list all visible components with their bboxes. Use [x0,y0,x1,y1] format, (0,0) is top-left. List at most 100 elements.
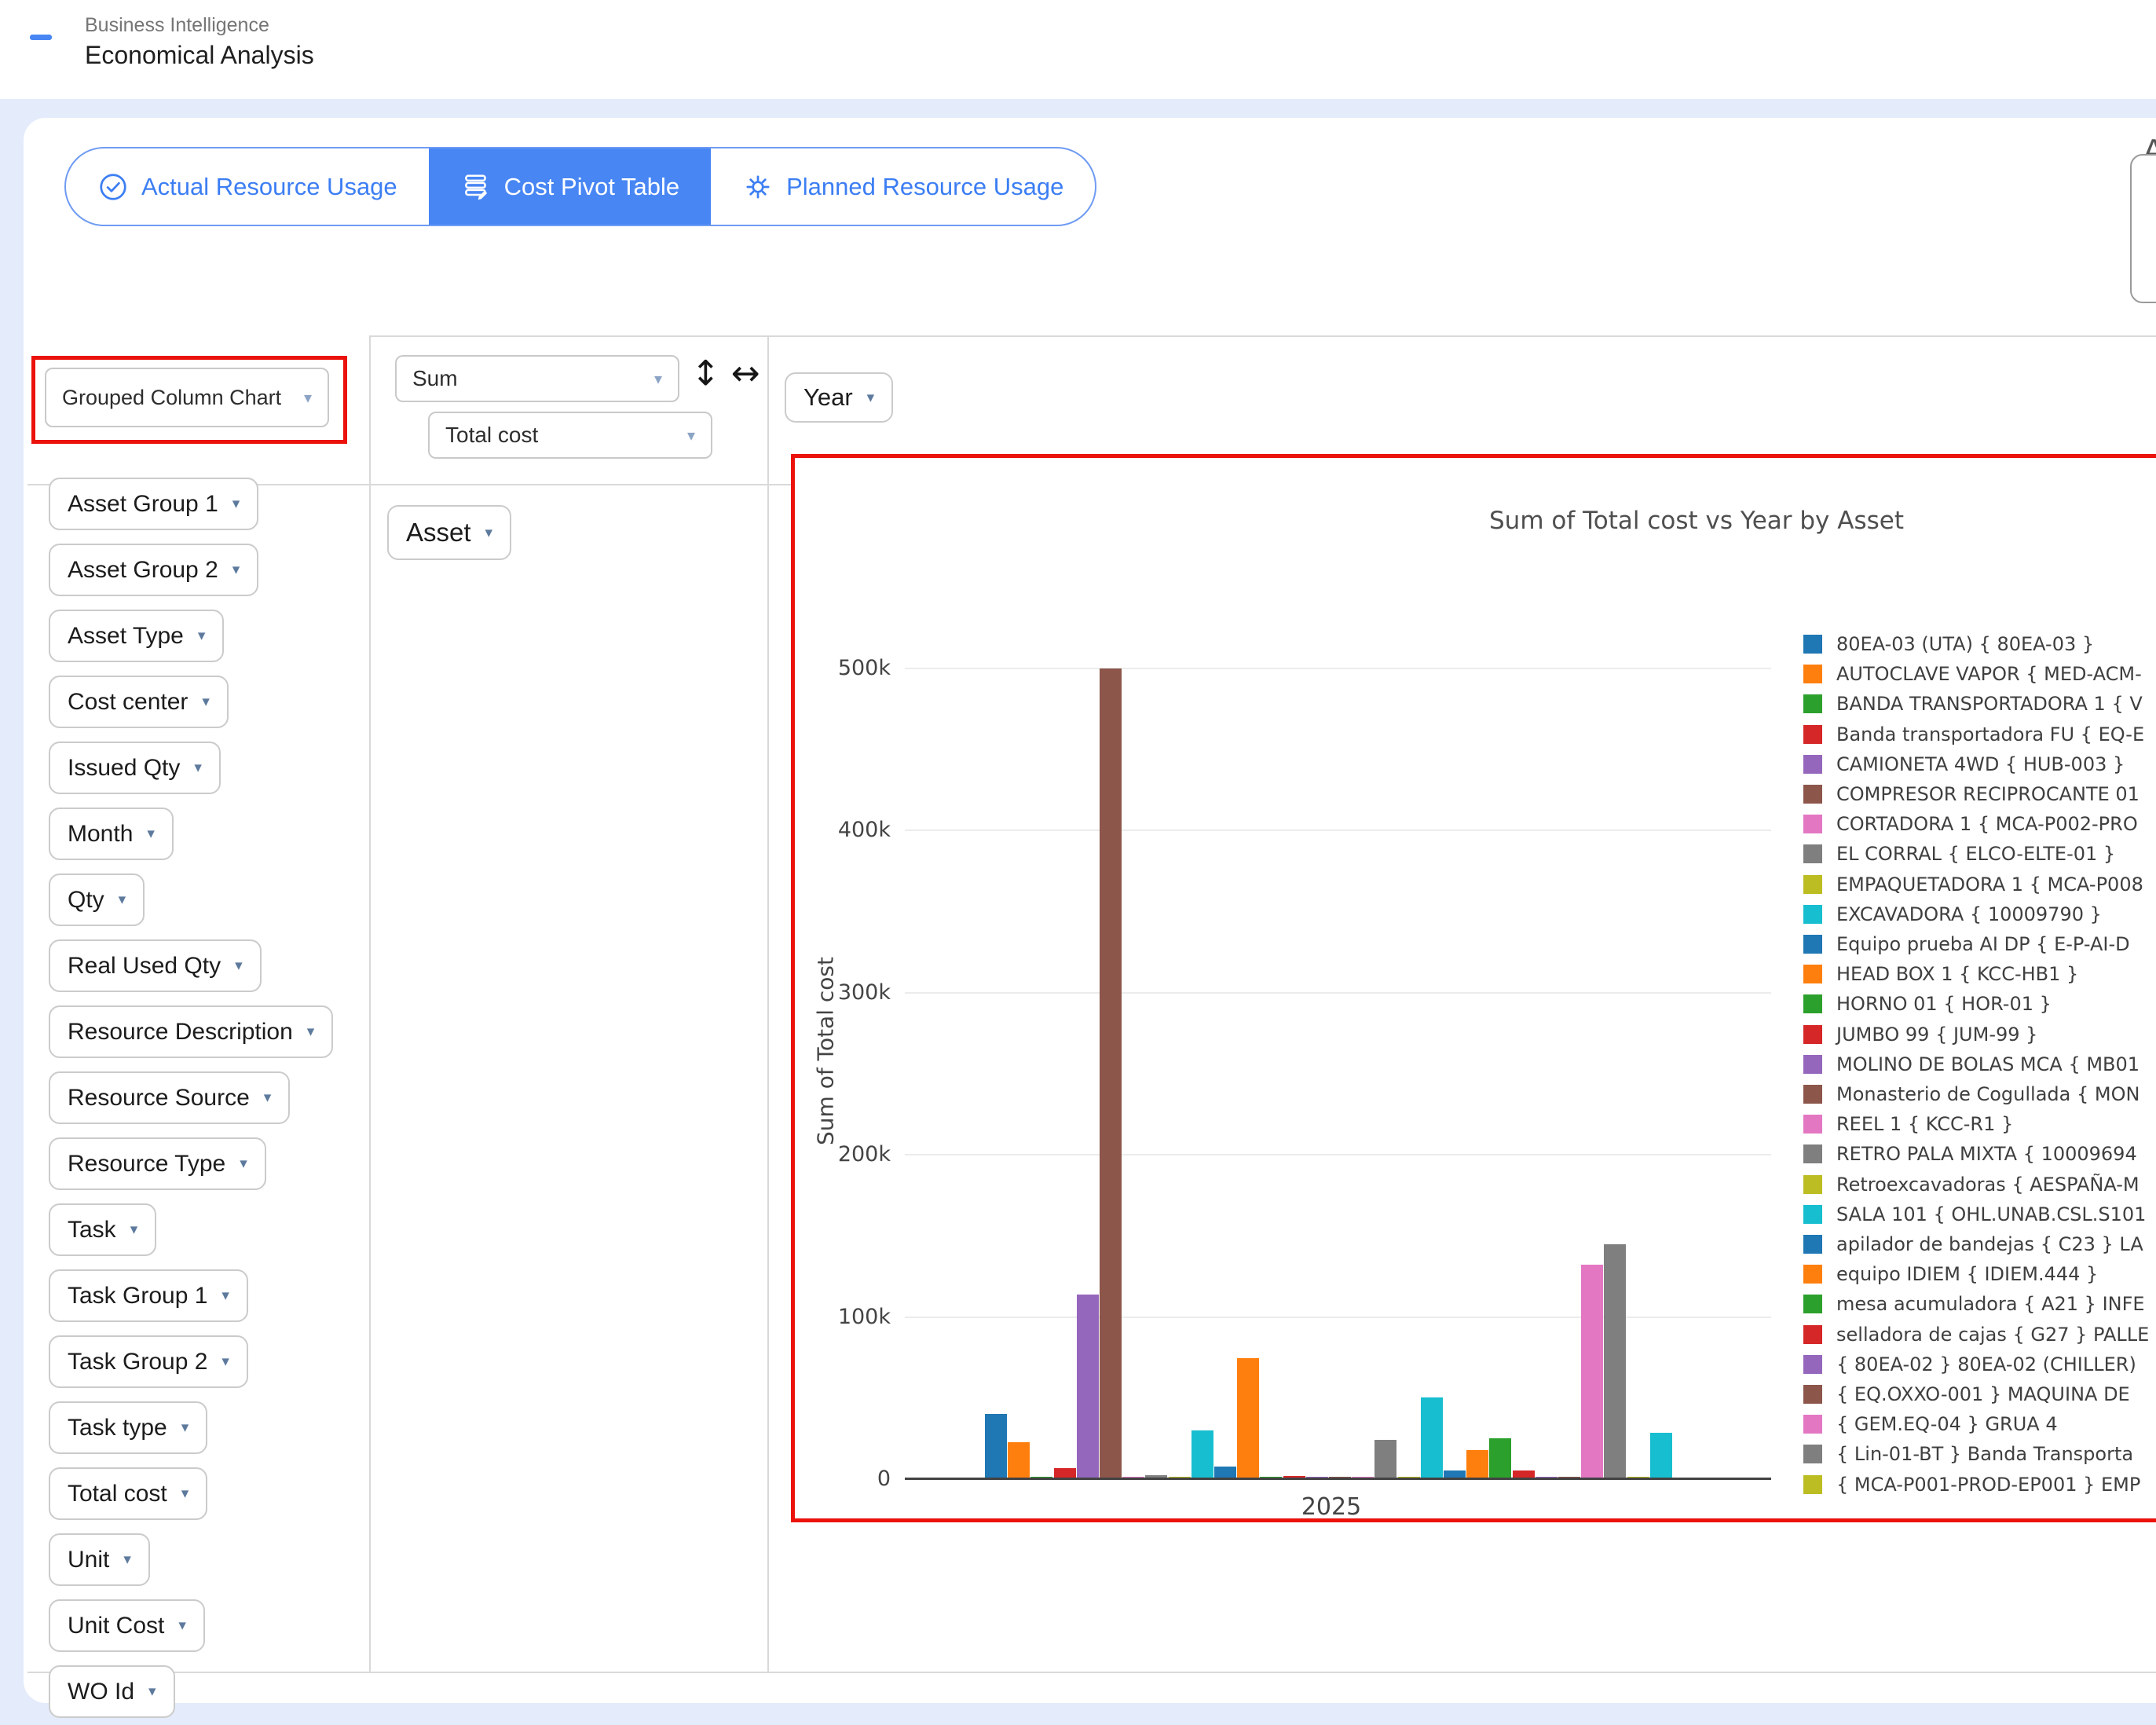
field-pill-label: Real Used Qty [68,953,221,980]
legend-label: EL CORRAL { ELCO-ELTE-01 } [1836,843,2115,865]
aggregator-order-arrows[interactable]: ↕↔ [691,353,771,394]
legend-swatch [1803,755,1822,774]
field-pill-wo-id[interactable]: WO Id▾ [49,1665,175,1718]
field-pill-task-group-2[interactable]: Task Group 2▾ [49,1335,248,1388]
legend-swatch [1803,1415,1822,1434]
y-tick-400k: 400k [795,818,891,842]
field-pill-month[interactable]: Month▾ [49,808,174,860]
legend-item-27[interactable]: { GEM.EQ-04 } GRUA 4 [1803,1412,2058,1436]
legend-item-19[interactable]: Retroexcavadoras { AESPAÑA-M [1803,1173,2140,1196]
legend-item-5[interactable]: CAMIONETA 4WD { HUB-003 } [1803,753,2125,776]
legend-label: apilador de bandejas { C23 } LA [1836,1233,2143,1255]
legend-item-28[interactable]: { Lin-01-BT } Banda Transporta [1803,1442,2133,1466]
chart-title: Sum of Total cost vs Year by Asset [907,507,2156,535]
field-pill-resource-description[interactable]: Resource Description▾ [49,1005,333,1058]
top-header: Business Intelligence Economical Analysi… [0,0,2156,99]
chevron-down-icon: ▾ [181,1485,189,1503]
field-pill-resource-source[interactable]: Resource Source▾ [49,1071,290,1124]
legend-label: { MCA-P001-PROD-EP001 } EMP [1836,1474,2140,1496]
legend-item-2[interactable]: AUTOCLAVE VAPOR { MED-ACM- [1803,662,2142,686]
legend-item-22[interactable]: equipo IDIEM { IDIEM.444 } [1803,1262,2098,1286]
legend-label: Monasterio de Cogullada { MON [1836,1083,2140,1105]
bar-series-23 [1489,1438,1511,1479]
chevron-down-icon: ▾ [304,388,312,408]
row-attribute-asset[interactable]: Asset ▾ [387,505,511,560]
legend-item-4[interactable]: Banda transportadora FU { EQ-E [1803,723,2144,746]
field-pill-real-used-qty[interactable]: Real Used Qty▾ [49,939,262,992]
legend-swatch [1803,1145,1822,1163]
legend-swatch [1803,815,1822,833]
field-pill-resource-type[interactable]: Resource Type▾ [49,1137,266,1190]
field-pill-label: Asset Type [68,623,184,650]
column-attribute-year[interactable]: Year ▾ [785,372,893,423]
renderer-select-value: Grouped Column Chart [62,386,281,410]
grid-divider-vertical-2 [767,335,769,1673]
tab-planned-resource-usage[interactable]: Planned Resource Usage [711,148,1095,225]
legend-item-23[interactable]: mesa acumuladora { A21 } INFE [1803,1292,2145,1316]
legend-item-25[interactable]: { 80EA-02 } 80EA-02 (CHILLER) [1803,1353,2136,1376]
legend-item-7[interactable]: CORTADORA 1 { MCA-P002-PRO [1803,812,2138,836]
legend-item-8[interactable]: EL CORRAL { ELCO-ELTE-01 } [1803,842,2115,866]
legend-swatch [1803,1085,1822,1104]
legend-item-12[interactable]: HEAD BOX 1 { KCC-HB1 } [1803,962,2078,986]
legend-item-16[interactable]: Monasterio de Cogullada { MON [1803,1082,2140,1106]
legend-item-18[interactable]: RETRO PALA MIXTA { 10009694 [1803,1142,2137,1166]
legend-item-20[interactable]: SALA 101 { OHL.UNAB.CSL.S101 [1803,1203,2146,1226]
legend-item-1[interactable]: 80EA-03 (UTA) { 80EA-03 } [1803,632,2094,656]
field-pill-label: Resource Type [68,1151,225,1177]
field-pill-task-type[interactable]: Task type▾ [49,1401,207,1454]
legend-item-24[interactable]: selladora de cajas { G27 } PALLE [1803,1323,2149,1346]
view-tab-bar: Actual Resource UsageCost Pivot TablePla… [64,147,1096,226]
field-pill-asset-group-1[interactable]: Asset Group 1▾ [49,478,258,530]
field-pill-unit-cost[interactable]: Unit Cost▾ [49,1599,205,1652]
field-pill-label: Cost center [68,689,188,716]
legend-swatch [1803,1025,1822,1044]
renderer-select[interactable]: Grouped Column Chart ▾ [45,368,329,427]
legend-item-26[interactable]: { EQ.OXXO-001 } MAQUINA DE [1803,1383,2130,1406]
legend-label: EXCAVADORA { 10009790 } [1836,903,2102,925]
legend-item-10[interactable]: EXCAVADORA { 10009790 } [1803,903,2102,926]
field-pill-task-group-1[interactable]: Task Group 1▾ [49,1269,248,1322]
field-pill-total-cost[interactable]: Total cost▾ [49,1467,207,1520]
field-pill-cost-center[interactable]: Cost center ▾ [49,676,229,728]
legend-item-29[interactable]: { MCA-P001-PROD-EP001 } EMP [1803,1473,2140,1496]
field-pill-asset-group-2[interactable]: Asset Group 2▾ [49,544,258,596]
field-pill-issued-qty[interactable]: Issued Qty▾ [49,742,221,794]
field-pill-label: Month [68,821,133,848]
gridline-200k [905,1154,1771,1155]
legend-item-14[interactable]: JUMBO 99 { JUM-99 } [1803,1023,2037,1046]
chevron-down-icon: ▾ [485,524,493,542]
chevron-down-icon: ▾ [198,627,206,645]
legend-label: MOLINO DE BOLAS MCA { MB01 [1836,1053,2140,1075]
legend-item-6[interactable]: COMPRESOR RECIPROCANTE 01 [1803,782,2140,806]
tab-cost-pivot-table[interactable]: Cost Pivot Table [429,148,711,225]
legend-item-11[interactable]: Equipo prueba AI DP { E-P-AI-D [1803,932,2130,956]
aggregator-field-value: Total cost [445,423,538,448]
field-pill-asset-type[interactable]: Asset Type ▾ [49,610,224,662]
field-pill-unit[interactable]: Unit▾ [49,1533,150,1586]
hamburger-menu-icon[interactable] [30,35,68,66]
legend-item-9[interactable]: EMPAQUETADORA 1 { MCA-P008 [1803,873,2143,896]
chevron-down-icon: ▾ [202,693,210,711]
legend-item-21[interactable]: apilador de bandejas { C23 } LA [1803,1232,2143,1256]
legend-item-17[interactable]: REEL 1 { KCC-R1 } [1803,1112,2013,1136]
tab-actual-resource-usage[interactable]: Actual Resource Usage [66,148,429,225]
legend-item-3[interactable]: BANDA TRANSPORTADORA 1 { V [1803,692,2143,716]
aggregator-field-select[interactable]: Total cost ▾ [428,412,712,459]
legend-label: RETRO PALA MIXTA { 10009694 [1836,1143,2137,1165]
legend-item-15[interactable]: MOLINO DE BOLAS MCA { MB01 [1803,1053,2140,1076]
field-pill-label: Qty [68,887,104,914]
field-pill-qty[interactable]: Qty▾ [49,873,145,926]
gridline-300k [905,992,1771,994]
legend-swatch [1803,994,1822,1013]
legend-label: HORNO 01 { HOR-01 } [1836,993,2052,1015]
bar-series-5 [1077,1295,1099,1479]
legend-item-13[interactable]: HORNO 01 { HOR-01 } [1803,992,2052,1016]
vertical-arrows-icon[interactable]: ↕ [691,353,731,394]
bar-series-1 [985,1414,1007,1479]
horizontal-arrows-icon[interactable]: ↔ [731,353,771,394]
aggregator-select[interactable]: Sum ▾ [395,355,679,402]
legend-swatch [1803,1445,1822,1463]
legend-swatch [1803,785,1822,804]
field-pill-task[interactable]: Task▾ [49,1203,156,1256]
